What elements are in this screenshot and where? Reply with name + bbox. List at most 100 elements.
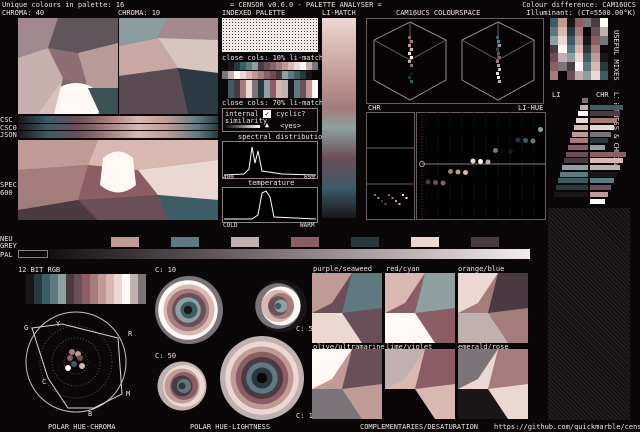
neutral-swatch (231, 237, 259, 247)
cam16-point-a (408, 68, 411, 71)
polar-point (79, 363, 85, 369)
rgb12-swatch (138, 274, 146, 304)
polar-point (65, 365, 71, 371)
chroma-li-hue-plot (366, 112, 546, 220)
chroma-point (391, 197, 394, 199)
cam16-point-a (408, 44, 411, 47)
mix-swatch (566, 18, 575, 27)
chroma-bar (590, 191, 608, 197)
mix-swatch (558, 53, 567, 63)
mix-swatch (591, 53, 600, 63)
chroma-bar (590, 151, 626, 157)
chroma-bar (590, 124, 614, 130)
polar-hue-lightness-plots (155, 276, 307, 420)
mix-swatch (566, 62, 575, 72)
grey-ramp (50, 249, 530, 259)
li-hue-panel-label: LI-HUE (518, 104, 544, 112)
close-10-swatch (312, 62, 318, 70)
mix-swatch (583, 35, 592, 45)
mix-swatch (558, 71, 567, 80)
mix-swatch (591, 18, 600, 27)
cam16-point-b (498, 56, 501, 59)
json-label: JSON (0, 131, 17, 139)
mix-swatch (550, 53, 559, 63)
mix-swatch (558, 35, 567, 45)
hue-lightness-ring (178, 382, 186, 390)
rgb12-swatch (58, 274, 66, 304)
lightness-bar (574, 124, 588, 130)
cam16-point-a (410, 40, 413, 43)
rgb12-swatch (82, 274, 90, 304)
mix-swatch (599, 35, 608, 45)
li-hue-point (485, 159, 491, 165)
spec-label: SPEC (0, 181, 17, 189)
close-cols-10-swatches-2 (222, 71, 318, 79)
chroma-bar (590, 104, 623, 110)
strip-divider-2 (18, 130, 218, 131)
polar-point (71, 361, 77, 367)
mix-swatch (566, 26, 575, 36)
neutral-swatch (351, 237, 379, 247)
rgb12-swatch (130, 274, 138, 304)
complementaries-title: COMPLEMENTARIES/DESATURATION (360, 423, 479, 431)
temperature-title: temperature (248, 179, 295, 187)
lightness-bar (578, 111, 588, 117)
neutral-swatch (471, 237, 499, 247)
mix-swatch (558, 18, 567, 27)
mix-swatch (583, 53, 592, 63)
chroma-point (377, 197, 380, 199)
cam16-point-b (496, 60, 499, 63)
mix-swatch (574, 62, 584, 72)
chroma-bar (590, 111, 620, 117)
chroma-bar (590, 98, 626, 103)
mix-swatch (574, 18, 584, 27)
mix-swatch (599, 53, 608, 63)
li-hue-point (433, 180, 438, 185)
li-hue-point (440, 180, 446, 186)
chroma-bar (590, 171, 617, 177)
complementaries-panels (312, 273, 528, 419)
chroma-point (384, 203, 387, 205)
chroma-point (381, 200, 383, 202)
polar-m: M (126, 390, 131, 398)
mix-swatch (558, 44, 567, 54)
chroma-point (395, 200, 397, 202)
cam16-point-a (408, 36, 411, 39)
neutral-swatch (381, 237, 409, 247)
spectral-distribution-title: spectral distribution (238, 133, 327, 141)
close-70-swatch (312, 89, 318, 98)
hatched-filler (548, 208, 630, 420)
neutral-swatch (441, 237, 469, 247)
chroma-bar (590, 185, 611, 191)
close-cols-70-label: close cols: 70% li-match (222, 99, 324, 107)
cyclic-yes-toggle[interactable]: <yes> (280, 122, 301, 130)
neutral-swatch (81, 237, 109, 247)
github-link[interactable]: https://github.com/quickmarble/censor (494, 423, 640, 431)
neutral-swatch (261, 237, 289, 247)
cam16-point-a (408, 60, 411, 63)
mix-swatch (574, 35, 584, 45)
chroma-point (388, 194, 390, 196)
polar-point (69, 349, 75, 355)
pal-label: PAL (0, 251, 13, 259)
mix-swatch (550, 26, 559, 36)
rgb12-label: 12 BIT RGB (18, 266, 61, 274)
close-10-swatch-2 (312, 71, 318, 79)
li-match-title: LI-MATCH (322, 9, 356, 17)
mix-swatch (583, 18, 592, 27)
mix-swatch (599, 62, 608, 72)
rgb12-swatch (18, 274, 26, 304)
close-cols-70-swatches (222, 80, 318, 98)
cam16-point-a (410, 72, 413, 75)
cam16-point-b (497, 40, 500, 43)
cam16-point-b (496, 36, 499, 39)
polar-g: G (24, 324, 29, 332)
mix-swatch (566, 71, 575, 80)
li-hue-point (538, 127, 543, 132)
temperature-cold: COLD (223, 222, 238, 229)
mix-swatch (566, 35, 575, 45)
chroma-point (402, 194, 404, 196)
polar-hue-lightness-title: POLAR HUE-LIGHTNESS (190, 423, 271, 431)
mix-swatch (550, 71, 559, 80)
checkmark-icon[interactable]: ✓ (263, 110, 271, 118)
